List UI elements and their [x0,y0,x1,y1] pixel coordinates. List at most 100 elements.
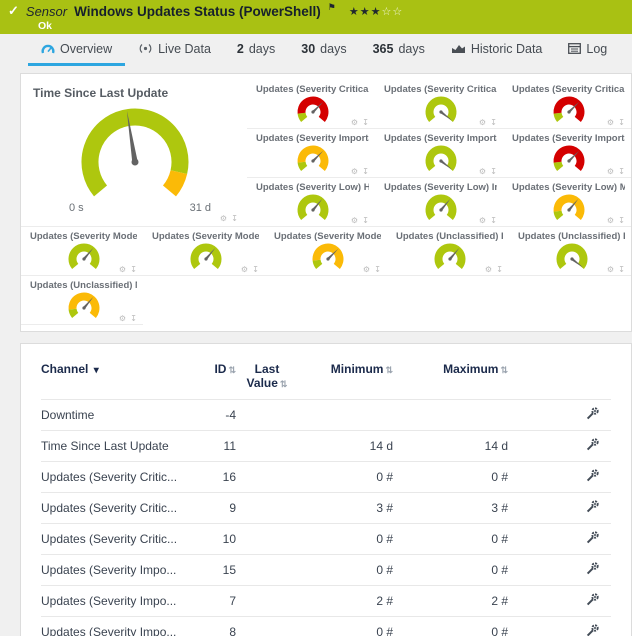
channel-name[interactable]: Downtime [41,400,191,431]
column-header-actions [508,358,611,400]
channel-name[interactable]: Time Since Last Update [41,431,191,462]
channel-id: 16 [191,462,236,493]
sort-icon[interactable]: ⇅ [500,365,508,375]
tab-settings[interactable]: ⚙ Settings [620,34,632,66]
sort-icon[interactable]: ⇅ [280,379,288,389]
gear-icon[interactable]: ⚙ [607,265,615,274]
stars-empty[interactable]: ☆☆ [381,6,403,18]
tab-365-days[interactable]: 365 days [360,34,438,66]
channel-row[interactable]: Updates (Severity Critic... 16 0 # 0 # [41,462,611,493]
column-header-channel[interactable]: Channel ▾ [41,358,191,400]
channel-settings-icon[interactable] [586,562,599,578]
gear-icon[interactable]: ⚙ [479,167,487,176]
gear-icon[interactable]: ⚙ [241,265,249,274]
main-gauge-chart [33,102,237,214]
channel-settings-icon[interactable] [586,469,599,485]
pin-icon[interactable]: ↧ [252,265,260,274]
column-header-minimum[interactable]: Minimum⇅ [298,358,393,400]
channel-name[interactable]: Updates (Severity Impo... [41,586,191,617]
gear-icon[interactable]: ⚙ [607,118,615,127]
channel-id: 11 [191,431,236,462]
pin-icon[interactable]: ↧ [130,314,138,323]
pin-icon[interactable]: ↧ [490,216,498,225]
channel-maximum: 0 # [393,462,508,493]
gauge-panel: Updates (Unclassified) Install... ⚙ ↧ [509,227,631,276]
tab-log[interactable]: Log [555,34,620,66]
tab-live-data[interactable]: Live Data [125,34,224,66]
channel-name[interactable]: Updates (Severity Critic... [41,462,191,493]
gear-icon[interactable]: ⚙ [479,118,487,127]
tab-overview[interactable]: Overview [28,34,125,66]
tab-label: Live Data [158,42,211,56]
channel-last-value [236,493,298,524]
sort-icon[interactable]: ⇅ [228,365,236,375]
gauges-panel: Time Since Last Update 0 s 31 d ⚙ ↧ Upda… [20,73,632,332]
tab-30-days[interactable]: 30 days [288,34,359,66]
gear-icon[interactable]: ⚙ [220,214,228,223]
channel-row[interactable]: Updates (Severity Impo... 15 0 # 0 # [41,555,611,586]
pin-icon[interactable]: ↧ [374,265,382,274]
pin-icon[interactable]: ↧ [362,167,370,176]
channel-row[interactable]: Time Since Last Update 11 14 d 14 d [41,431,611,462]
channel-settings-icon[interactable] [586,624,599,636]
main-gauge-title: Time Since Last Update [33,86,237,100]
gear-icon[interactable]: ⚙ [351,167,359,176]
channel-name[interactable]: Updates (Severity Impo... [41,555,191,586]
pin-icon[interactable]: ↧ [362,216,370,225]
tab-historic-data[interactable]: Historic Data [438,34,556,66]
pin-icon[interactable]: ↧ [618,265,626,274]
gear-icon[interactable]: ⚙ [607,216,615,225]
channel-row[interactable]: Downtime -4 [41,400,611,431]
gear-icon[interactable]: ⚙ [607,167,615,176]
pin-icon[interactable]: ↧ [130,265,138,274]
pin-icon[interactable]: ↧ [362,118,370,127]
gauge-panel: Updates (Severity Critical) Mi... ⚙ ↧ [503,80,631,129]
column-header-last-value[interactable]: LastValue⇅ [236,358,298,400]
channel-maximum: 2 # [393,586,508,617]
gear-icon[interactable]: ⚙ [351,118,359,127]
channel-id: 9 [191,493,236,524]
pin-icon[interactable]: ↧ [618,118,626,127]
gear-icon[interactable]: ⚙ [119,314,127,323]
channel-row[interactable]: Updates (Severity Impo... 8 0 # 0 # [41,617,611,636]
tab-label-number: 2 [237,42,244,56]
stars-filled[interactable]: ★★★ [349,6,382,18]
channel-last-value [236,462,298,493]
channel-row[interactable]: Updates (Severity Critic... 9 3 # 3 # [41,493,611,524]
column-header-maximum[interactable]: Maximum⇅ [393,358,508,400]
gear-icon[interactable]: ⚙ [479,216,487,225]
channel-settings-icon[interactable] [586,500,599,516]
channel-settings-icon[interactable] [586,531,599,547]
pin-icon[interactable]: ↧ [496,265,504,274]
pin-icon[interactable]: ↧ [618,216,626,225]
channel-name[interactable]: Updates (Severity Critic... [41,524,191,555]
priority-stars[interactable]: ★★★☆☆ [349,5,403,18]
gear-icon[interactable]: ⚙ [119,265,127,274]
gear-icon[interactable]: ⚙ [351,216,359,225]
pin-icon[interactable]: ↧ [231,214,239,223]
pin-icon[interactable]: ↧ [618,167,626,176]
column-header-id[interactable]: ID⇅ [191,358,236,400]
channel-name[interactable]: Updates (Severity Impo... [41,617,191,636]
historic-data-chart-icon [451,43,466,54]
pin-icon[interactable]: ↧ [490,167,498,176]
tab-2-days[interactable]: 2 days [224,34,288,66]
overview-gauge-icon [41,43,55,54]
gear-icon[interactable]: ⚙ [485,265,493,274]
channel-settings-icon[interactable] [586,593,599,609]
channel-row[interactable]: Updates (Severity Critic... 10 0 # 0 # [41,524,611,555]
sort-desc-icon[interactable]: ▾ [94,365,99,376]
channel-settings-icon[interactable] [586,438,599,454]
sort-icon[interactable]: ⇅ [385,365,393,375]
flag-icon[interactable]: ⚑ [328,2,336,13]
pin-icon[interactable]: ↧ [490,118,498,127]
channel-name[interactable]: Updates (Severity Critic... [41,493,191,524]
tab-label: Log [586,42,607,56]
gear-icon[interactable]: ⚙ [363,265,371,274]
tab-label: Overview [60,42,112,56]
small-gauges-grid: Updates (Severity Critical) Hi... ⚙ ↧ Up… [247,80,631,227]
channel-row[interactable]: Updates (Severity Impo... 7 2 # 2 # [41,586,611,617]
gauge-panel: Updates (Severity Low) Install... ⚙ ↧ [375,178,503,227]
channel-settings-icon[interactable] [586,407,599,423]
channel-last-value [236,617,298,636]
